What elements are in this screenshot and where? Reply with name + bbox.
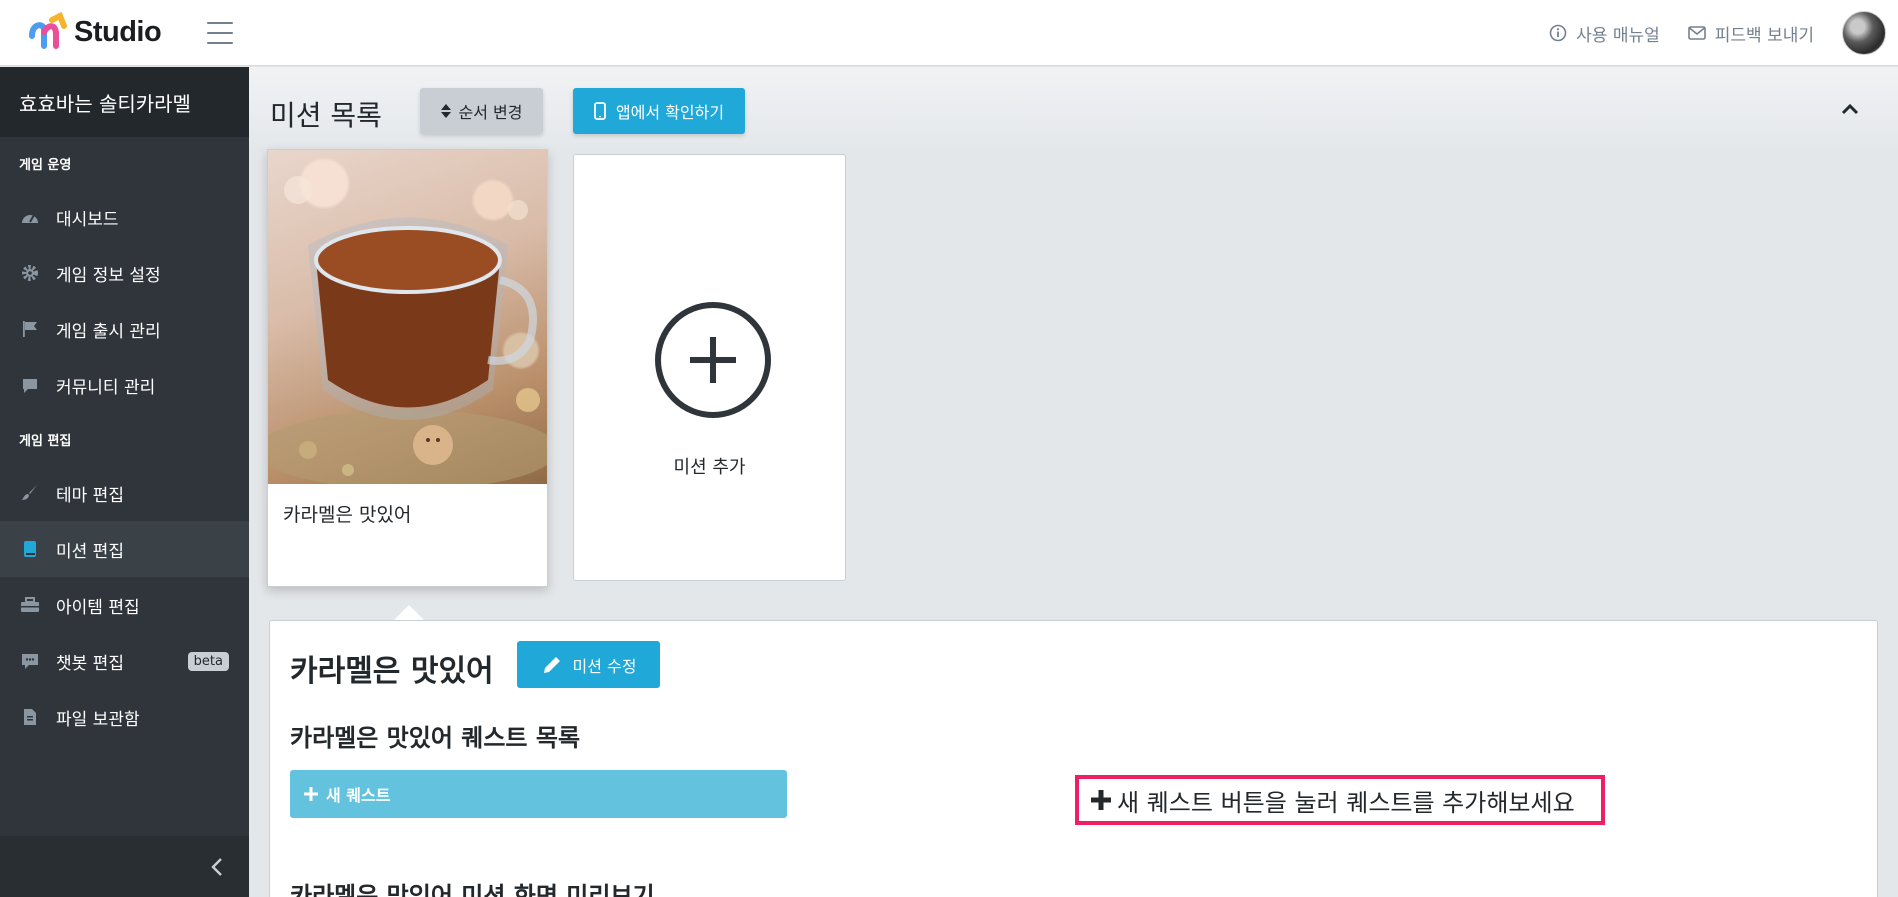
sidebar-item-game-info[interactable]: 게임 정보 설정	[0, 245, 249, 301]
sidebar-minimizer[interactable]	[0, 836, 249, 897]
mission-detail-title: 카라멜은 맛있어	[290, 654, 494, 689]
sidebar-item-label: 커뮤니티 관리	[56, 377, 156, 398]
quest-list-heading: 카라멜은 맛있어 퀘스트 목록	[290, 724, 581, 752]
add-mission-label: 미션 추가	[673, 457, 746, 478]
sidebar-item-chatbot[interactable]: 챗봇 편집 beta	[0, 633, 249, 689]
game-title: 효효바는 솔티카라멜	[0, 67, 249, 137]
sidebar-item-files[interactable]: 파일 보관함	[0, 689, 249, 745]
sidebar-item-label: 파일 보관함	[56, 709, 140, 730]
mobile-phone-icon	[594, 102, 606, 120]
plus-icon	[304, 787, 318, 801]
sidebar-item-dashboard[interactable]: 대시보드	[0, 189, 249, 245]
file-icon	[20, 707, 40, 727]
sidebar-item-mission[interactable]: 미션 편집	[0, 521, 249, 577]
edit-mission-button[interactable]: 미션 수정	[517, 641, 660, 688]
section-game-edit: 게임 편집	[19, 433, 72, 449]
sidebar: 효효바는 솔티카라멜 게임 운영 대시보드 게임 정보 설정 게임 출시 관리 …	[0, 67, 249, 897]
chevron-left-icon	[211, 857, 222, 876]
brush-icon	[20, 483, 40, 503]
mission-detail-panel	[269, 620, 1878, 897]
envelope-icon	[1687, 26, 1706, 40]
speedometer-icon	[20, 207, 40, 227]
change-order-button[interactable]: 순서 변경	[420, 88, 543, 134]
plus-circle-icon	[655, 302, 771, 418]
menu-toggle-button[interactable]	[207, 21, 234, 44]
preview-heading: 카라멜은 맛있어 미션 화면 미리보기	[290, 882, 655, 897]
hamburger-line	[207, 21, 234, 24]
info-icon	[1549, 24, 1567, 42]
user-avatar[interactable]	[1842, 11, 1886, 55]
sidebar-item-community[interactable]: 커뮤니티 관리	[0, 357, 249, 413]
add-mission-card[interactable]: 미션 추가	[573, 154, 846, 581]
speech-bubble-icon	[20, 375, 40, 395]
sidebar-item-label: 테마 편집	[56, 485, 124, 506]
sidebar-item-label: 게임 정보 설정	[56, 265, 161, 286]
sidebar-item-release[interactable]: 게임 출시 관리	[0, 301, 249, 357]
sort-icon	[440, 104, 451, 118]
feedback-link[interactable]: 피드백 보내기	[1687, 21, 1814, 46]
chevron-up-icon	[1841, 103, 1859, 115]
brand-logo[interactable]: Studio	[26, 11, 162, 54]
detail-pointer	[393, 605, 425, 621]
new-quest-label: 새 퀘스트	[326, 786, 391, 805]
change-order-label: 순서 변경	[458, 103, 523, 122]
manual-link[interactable]: 사용 매뉴얼	[1549, 21, 1660, 46]
mission-thumbnail	[268, 150, 547, 484]
flag-icon	[20, 319, 40, 339]
page-title: 미션 목록	[270, 99, 382, 132]
sidebar-item-label: 아이템 편집	[56, 597, 140, 618]
new-quest-button[interactable]: 새 퀘스트	[290, 770, 787, 818]
sidebar-item-label: 대시보드	[56, 209, 119, 230]
toolbox-icon	[20, 595, 40, 615]
hamburger-line	[207, 41, 234, 44]
top-header: Studio 사용 매뉴얼 피드백 보내기	[0, 0, 1898, 66]
hint-text: 새 퀘스트 버튼을 눌러 퀘스트를 추가해보세요	[1117, 788, 1575, 817]
sidebar-item-items[interactable]: 아이템 편집	[0, 577, 249, 633]
edit-mission-label: 미션 수정	[572, 656, 637, 676]
sidebar-item-label: 챗봇 편집	[56, 653, 124, 674]
mission-card[interactable]: 카라멜은 맛있어	[267, 149, 548, 587]
pencil-icon	[543, 656, 560, 673]
manual-label: 사용 매뉴얼	[1576, 25, 1660, 46]
tea-cup-image	[268, 176, 547, 484]
studio-logo-icon	[29, 11, 67, 49]
view-in-app-label: 앱에서 확인하기	[615, 103, 725, 122]
chat-icon	[20, 651, 40, 671]
beta-badge: beta	[187, 651, 229, 671]
book-icon	[20, 539, 40, 559]
sidebar-item-label: 게임 출시 관리	[56, 321, 161, 342]
add-quest-hint: 새 퀘스트 버튼을 눌러 퀘스트를 추가해보세요	[1075, 775, 1605, 825]
mission-name: 카라멜은 맛있어	[283, 504, 412, 526]
feedback-label: 피드백 보내기	[1714, 25, 1814, 46]
header-actions: 사용 매뉴얼 피드백 보내기	[1549, 0, 1898, 66]
view-in-app-button[interactable]: 앱에서 확인하기	[573, 88, 745, 134]
sidebar-item-label: 미션 편집	[56, 541, 124, 562]
section-game-operation: 게임 운영	[19, 157, 72, 173]
hamburger-line	[207, 31, 234, 34]
collapse-toggle[interactable]	[1841, 100, 1859, 119]
sidebar-item-theme[interactable]: 테마 편집	[0, 465, 249, 521]
plus-icon	[1091, 790, 1111, 810]
brand-name: Studio	[74, 16, 162, 48]
gear-icon	[20, 263, 40, 283]
